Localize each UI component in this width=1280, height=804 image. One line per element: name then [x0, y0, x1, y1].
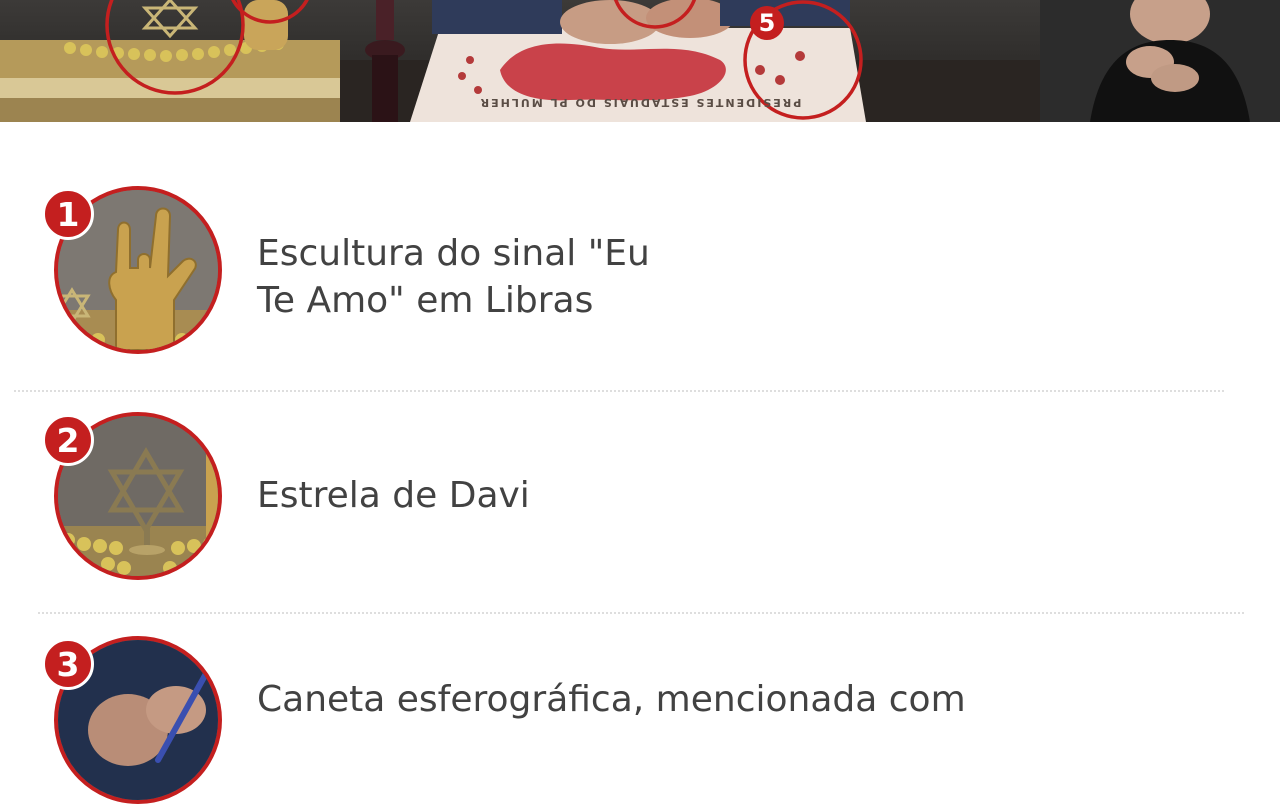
- list-item: 3 Caneta esferográfica, mencionada com: [0, 636, 1280, 804]
- list-item: 2 Estrela de Davi: [0, 412, 1280, 592]
- item-number-badge: 3: [42, 638, 94, 690]
- map-caption: PRESIDENTES ESTADUAIS DO PL MULHER: [478, 96, 802, 109]
- marker-badge-5: 5: [750, 6, 784, 40]
- item-title-line-1: Escultura do sinal "Eu: [257, 233, 650, 274]
- item-title[interactable]: Estrela de Davi: [257, 472, 530, 519]
- item-title[interactable]: Escultura do sinal "Eu Te Amo" em Libras: [257, 230, 650, 324]
- list-item: 1 Escultura do sinal "Eu Te Amo" em Libr…: [0, 186, 1280, 366]
- item-divider: [14, 390, 1224, 392]
- item-divider: [38, 612, 1244, 614]
- video-frame-banner: 5 PRESIDENTES ESTADUAIS DO PL MULHER: [0, 0, 1280, 122]
- item-number-badge: 2: [42, 414, 94, 466]
- item-number-badge: 1: [42, 188, 94, 240]
- item-title[interactable]: Caneta esferográfica, mencionada com: [257, 676, 966, 723]
- item-title-line-2: Te Amo" em Libras: [257, 280, 594, 321]
